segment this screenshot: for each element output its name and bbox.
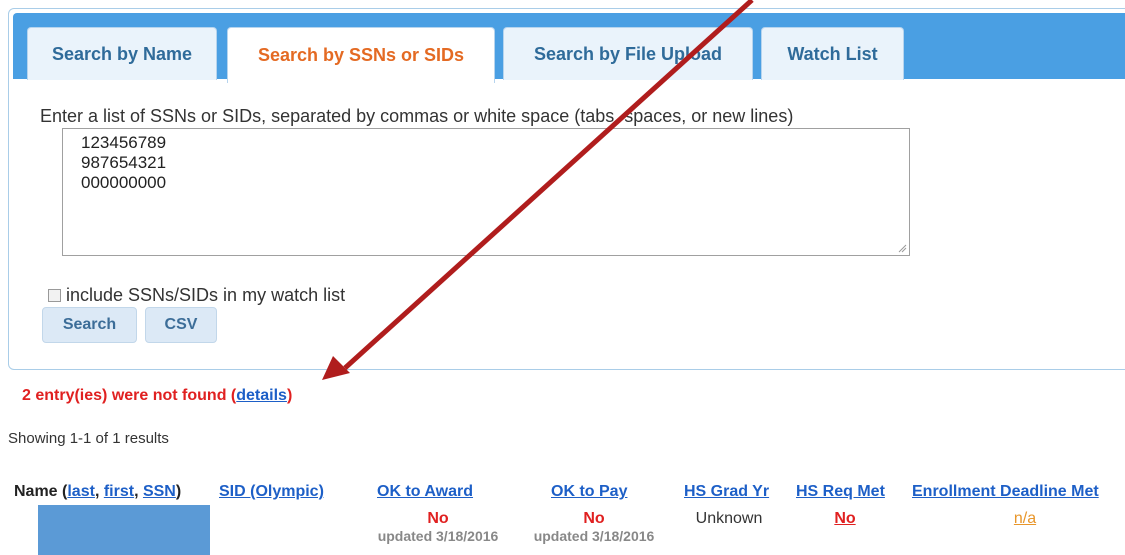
search-button[interactable]: Search	[42, 307, 137, 343]
ok-to-pay-value: No	[583, 510, 605, 527]
header-sid[interactable]: SID (Olympic)	[219, 483, 324, 501]
results-count: Showing 1-1 of 1 results	[8, 430, 169, 447]
ok-to-pay-updated: updated 3/18/2016	[533, 528, 655, 544]
header-hs-grad-yr[interactable]: HS Grad Yr	[684, 483, 769, 501]
name-header-close: )	[175, 483, 182, 500]
tab-search-by-file-upload[interactable]: Search by File Upload	[503, 27, 753, 80]
ok-to-award-value: No	[427, 510, 449, 527]
ok-to-award-cell: No updated 3/18/2016	[356, 510, 520, 544]
watchlist-option: include SSNs/SIDs in my watch list	[48, 285, 345, 306]
header-ok-to-award[interactable]: OK to Award	[377, 483, 473, 501]
ok-to-pay-cell: No updated 3/18/2016	[512, 510, 676, 544]
header-name: Name (last, first, SSN)	[14, 483, 182, 500]
not-found-message: 2 entry(ies) were not found (details)	[22, 387, 292, 405]
resize-handle-icon[interactable]	[897, 243, 907, 253]
details-link[interactable]: details	[236, 387, 287, 404]
hs-grad-yr-cell: Unknown	[695, 510, 763, 527]
not-found-text: 2 entry(ies) were not found (	[22, 387, 237, 404]
csv-button[interactable]: CSV	[145, 307, 217, 343]
header-ok-to-pay[interactable]: OK to Pay	[551, 483, 627, 501]
watchlist-label: include SSNs/SIDs in my watch list	[66, 285, 346, 305]
ok-to-award-updated: updated 3/18/2016	[377, 528, 499, 544]
redacted-name-cell	[38, 505, 210, 555]
name-header-label: Name (	[14, 483, 68, 500]
tab-watch-list[interactable]: Watch List	[761, 27, 904, 80]
header-enrollment-deadline[interactable]: Enrollment Deadline Met	[912, 483, 1099, 501]
tab-search-by-name[interactable]: Search by Name	[27, 27, 217, 80]
ssn-textarea[interactable]	[62, 128, 910, 256]
sort-last-link[interactable]: last	[67, 483, 95, 500]
sort-first-link[interactable]: first	[104, 483, 134, 500]
watchlist-checkbox[interactable]	[48, 289, 61, 302]
tab-search-by-ssns[interactable]: Search by SSNs or SIDs	[227, 27, 495, 83]
hs-req-met-link[interactable]: No	[820, 510, 870, 528]
not-found-close: )	[286, 387, 293, 404]
header-hs-req-met[interactable]: HS Req Met	[796, 483, 885, 501]
enrollment-deadline-link[interactable]: n/a	[1000, 510, 1050, 528]
instructions-label: Enter a list of SSNs or SIDs, separated …	[40, 106, 794, 126]
tab-bar: Search by Name Search by SSNs or SIDs Se…	[13, 13, 1125, 83]
sort-ssn-link[interactable]: SSN	[143, 483, 176, 500]
